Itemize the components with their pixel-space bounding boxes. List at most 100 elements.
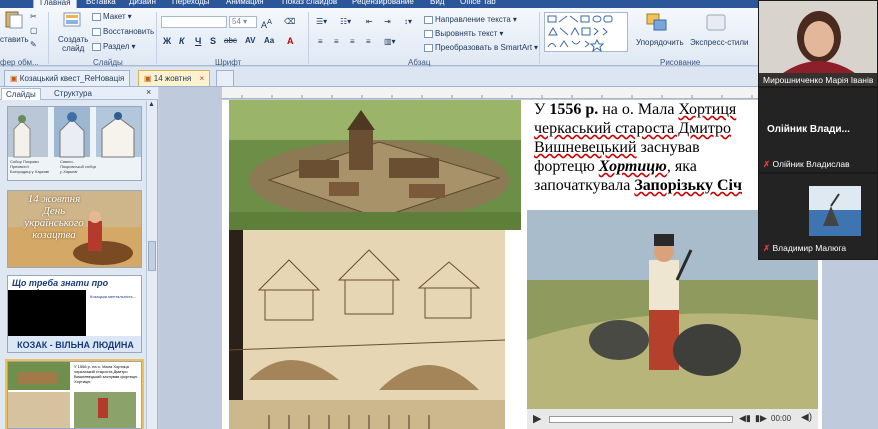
reset-button[interactable]: Восстановить: [92, 26, 154, 37]
smartart-icon: [424, 43, 433, 52]
font-name-combo[interactable]: [161, 16, 227, 28]
text-run: Запорізьку Січ: [634, 177, 743, 194]
reset-icon: [92, 27, 101, 36]
slides-pane: Слайды Структура × Собор Покрови Пресвят…: [0, 87, 158, 429]
tab-transitions[interactable]: Переходы: [172, 0, 210, 8]
smartart-button[interactable]: Преобразовать в SmartArt ▾: [424, 42, 538, 53]
text-run: черкаський староста Дмитро: [534, 120, 732, 137]
align-right-icon[interactable]: ≡: [350, 37, 355, 46]
shapes-gallery[interactable]: [544, 12, 628, 53]
increase-indent-icon[interactable]: ⇥: [384, 17, 391, 26]
doc-tab-14-zhovtnia[interactable]: ▣ 14 жовтня ×: [138, 70, 211, 86]
columns-icon[interactable]: ▥▾: [384, 37, 396, 46]
arrange-icon[interactable]: [644, 12, 670, 34]
bold-button[interactable]: Ж: [163, 36, 171, 46]
arrange-button[interactable]: Упорядочить: [636, 38, 684, 47]
paragraph-group-label: Абзац: [408, 58, 431, 67]
slide-canvas[interactable]: У 1556 р. на о. Мала Хортиця черкаський …: [222, 100, 822, 429]
time-readout: 00:00: [771, 414, 792, 423]
close-pane-icon[interactable]: ×: [146, 87, 151, 97]
tab-home[interactable]: Главная: [33, 0, 78, 8]
new-slide-button[interactable]: Создать слайд: [58, 35, 88, 53]
strikethrough-button[interactable]: abc: [224, 36, 237, 45]
spacing-button[interactable]: AV: [245, 36, 256, 45]
video-controls: ▶ ◀▮ ▮▶ 00:00 ◀): [527, 409, 818, 429]
participant-video: [759, 1, 877, 73]
shadow-button[interactable]: S: [210, 36, 216, 46]
fortress-photo[interactable]: [229, 100, 521, 230]
forward-icon[interactable]: ▮▶: [755, 413, 767, 424]
file-icon: ▣: [10, 74, 18, 83]
underline-button[interactable]: Ч: [195, 36, 201, 46]
tab-view[interactable]: Вид: [430, 0, 444, 8]
format-painter-icon[interactable]: ✎: [30, 40, 37, 49]
new-slide-icon[interactable]: [62, 11, 82, 31]
layout-button[interactable]: Макет ▾: [92, 11, 132, 22]
scroll-thumb[interactable]: [148, 241, 156, 271]
play-icon[interactable]: ▶: [533, 412, 541, 425]
tab-animation[interactable]: Анимация: [226, 0, 264, 8]
tab-office-tab[interactable]: Office Tab: [460, 0, 496, 8]
decrease-indent-icon[interactable]: ⇤: [366, 17, 373, 26]
numbering-icon[interactable]: ☷▾: [340, 17, 351, 26]
mic-muted-icon: ✗: [763, 243, 771, 253]
rewind-icon[interactable]: ◀▮: [739, 413, 751, 424]
slide-thumbnail[interactable]: Собор Покрови Пресвятої Богородиці у Хар…: [7, 106, 142, 181]
font-color-button[interactable]: A: [287, 36, 294, 46]
file-icon: ▣: [144, 74, 152, 83]
tab-slideshow[interactable]: Показ слайдов: [282, 0, 337, 8]
align-left-icon[interactable]: ≡: [318, 37, 323, 46]
participant-tile[interactable]: ✗ Владимир Малюга: [759, 174, 877, 259]
copy-icon[interactable]: ▢: [30, 26, 38, 35]
thumb-side-text: Козацька ментальність...: [90, 294, 137, 299]
text-direction-icon: [424, 15, 433, 24]
doc-tab-kozatskyi-kvest[interactable]: ▣ Козацький квест_ReНовація: [4, 70, 131, 86]
tab-outline[interactable]: Структура: [50, 88, 96, 100]
pane-scrollbar[interactable]: ▲: [146, 101, 157, 429]
justify-icon[interactable]: ≡: [366, 37, 371, 46]
seek-bar[interactable]: [549, 416, 733, 423]
section-button[interactable]: Раздел ▾: [92, 41, 135, 52]
cut-icon[interactable]: ✂: [30, 12, 37, 21]
slide-thumbnail[interactable]: Що треба знати про козаків Козацька мент…: [7, 275, 142, 353]
line-spacing-icon[interactable]: ↕▾: [404, 17, 412, 26]
separator: [156, 12, 157, 64]
font-size-combo[interactable]: 54 ▾: [229, 16, 257, 28]
grow-font-icon[interactable]: AA: [261, 17, 272, 30]
close-icon[interactable]: ×: [199, 74, 204, 83]
italic-button[interactable]: К: [179, 36, 185, 46]
participant-avatar: [809, 186, 861, 236]
new-tab-button[interactable]: [216, 70, 234, 86]
participant-name: ✗ Олійник Владислав: [763, 159, 850, 169]
quick-styles-icon[interactable]: [703, 12, 729, 34]
slide-thumbnail-selected[interactable]: У 1556 р. на о. Мала Хортиця черкаський …: [5, 359, 144, 429]
participant-tile[interactable]: Олійник Влади... ✗ Олійник Владислав: [759, 88, 877, 172]
slide-thumbnail[interactable]: 14 жовтня День українського козацтва: [7, 190, 142, 268]
quick-styles-button[interactable]: Экспресс-стили: [690, 38, 749, 47]
slides-group-label: Слайды: [93, 58, 123, 67]
paste-icon[interactable]: [2, 11, 24, 29]
participant-name: Мирошниченко Марія Іванів: [763, 75, 874, 85]
text-run: Вишневецький: [534, 139, 637, 156]
paste-button[interactable]: ставить: [0, 35, 29, 44]
align-text-button[interactable]: Выровнять текст ▾: [424, 28, 503, 39]
change-case-button[interactable]: Aa: [264, 36, 274, 45]
text-run: Хортицю: [598, 158, 667, 175]
text-run: 1556 р.: [549, 101, 599, 118]
video-call-panel: Мирошниченко Марія Іванів Олійник Влади.…: [758, 0, 878, 260]
scroll-up-icon[interactable]: ▲: [148, 101, 155, 108]
text-run: У: [534, 101, 550, 118]
align-center-icon[interactable]: ≡: [334, 37, 339, 46]
align-text-icon: [424, 29, 433, 38]
tab-review[interactable]: Рецензирование: [352, 0, 414, 8]
sepia-drawing[interactable]: [229, 230, 505, 429]
tab-insert[interactable]: Вставка: [86, 0, 116, 8]
clear-format-icon[interactable]: ⌫: [284, 17, 295, 26]
tab-slides[interactable]: Слайды: [1, 88, 41, 100]
bullets-icon[interactable]: ☰▾: [316, 17, 327, 26]
participant-tile[interactable]: Мирошниченко Марія Іванів: [759, 1, 877, 86]
tab-design[interactable]: Дизайн: [129, 0, 156, 8]
text-run: започаткувала: [534, 177, 635, 194]
volume-icon[interactable]: ◀): [801, 412, 812, 423]
text-direction-button[interactable]: Направление текста ▾: [424, 14, 517, 25]
